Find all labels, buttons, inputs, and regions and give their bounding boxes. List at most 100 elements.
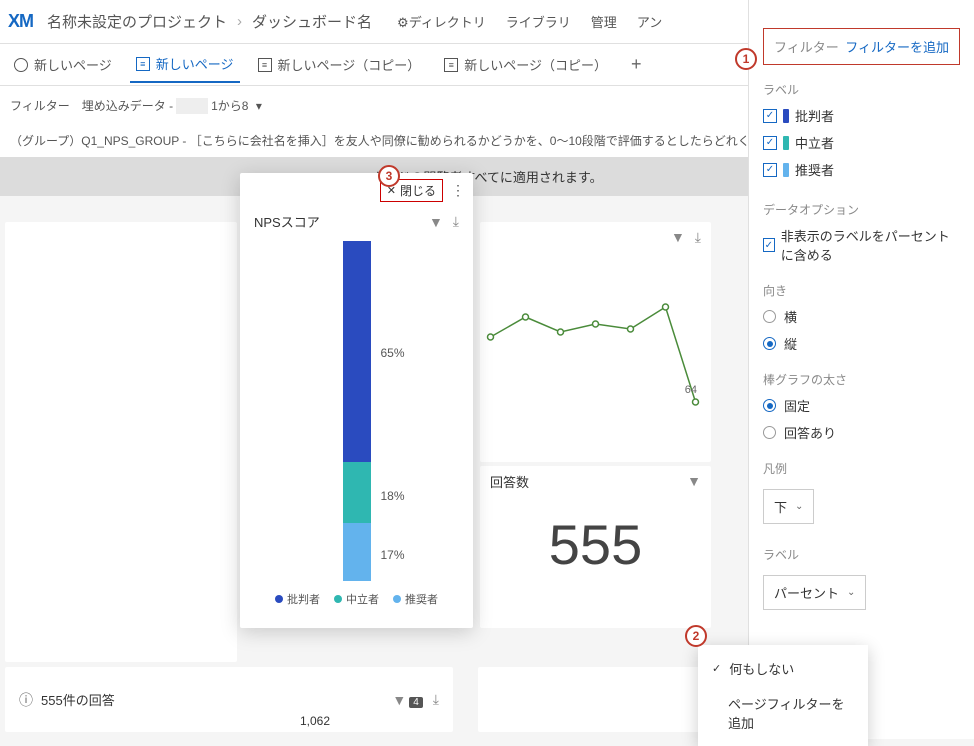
select-value: 下 (774, 497, 787, 516)
radio-icon (763, 310, 776, 323)
page-tab-label: 新しいページ (34, 55, 112, 74)
checkbox-icon (763, 109, 777, 123)
click-action-dropdown: 何もしない ページフィルターを追加 (698, 645, 868, 746)
nav-directory[interactable]: ⚙ディレクトリ (397, 12, 486, 31)
legend-label: 推奨者 (405, 594, 438, 606)
line-chart-widget[interactable]: ▼ ⤓ 64 (480, 222, 711, 462)
nps-title: NPSスコア (254, 212, 320, 231)
bar-segment-detractor (343, 241, 371, 462)
filter-icon[interactable]: ▼ (671, 229, 685, 245)
group-text: （グループ）Q1_NPS_GROUP - ［こちらに会社名を挿入］を友人や同僚に… (10, 134, 786, 148)
widget-header: 回答数 ▼ (480, 466, 711, 496)
widget-placeholder (478, 667, 712, 732)
settings-panel: フィルター フィルターを追加 ラベル 批判者 中立者 推奨者 データオプション … (748, 0, 974, 739)
page-icon (444, 58, 458, 72)
filter-label: フィルター (10, 97, 70, 114)
label-detractor-checkbox[interactable]: 批判者 (763, 106, 960, 125)
filter-section-label: フィルター (774, 37, 839, 56)
kebab-menu-icon[interactable]: ⋮ (449, 182, 467, 199)
xm-logo-icon[interactable]: XM (8, 11, 33, 32)
radio-icon (763, 337, 776, 350)
chevron-right-icon: › (237, 13, 242, 30)
page-tab-1[interactable]: 新しいページ (8, 47, 118, 82)
label-passive-checkbox[interactable]: 中立者 (763, 133, 960, 152)
add-filter-button[interactable]: フィルターを追加 (845, 37, 949, 56)
label-type-select[interactable]: パーセント ⌄ (763, 575, 866, 610)
page-icon (136, 57, 150, 71)
download-icon[interactable]: ⤓ (695, 229, 701, 246)
legend-position-select[interactable]: 下 ⌄ (763, 489, 814, 524)
nps-widget[interactable]: ✕ 閉じる ⋮ NPSスコア ▼ ⤓ 65% 18% 17% 批判者 中立者 推… (240, 173, 473, 628)
responses-text: 555件の回答 (41, 690, 115, 709)
nav-survey[interactable]: アン (637, 12, 662, 31)
radio-icon (763, 426, 776, 439)
chevron-down-icon: ⌄ (795, 501, 803, 512)
chk-label: 非表示のラベルをパーセントに含める (781, 226, 960, 264)
topnav-menu: レポート ⚙ディレクトリ ライブラリ 管理 アン (397, 12, 662, 31)
embedded-data-filter[interactable]: 埋め込みデータ - 1から8 ▾ (82, 97, 262, 114)
embedded-data-label: 埋め込みデータ - (82, 99, 177, 113)
legend-item: 中立者 (334, 591, 379, 607)
responses-widget[interactable]: ⓘ 555件の回答 ▼4 ⤓ (5, 667, 453, 732)
legend-item: 批判者 (275, 591, 320, 607)
color-chip-icon (783, 109, 789, 123)
thickness-fixed-radio[interactable]: 固定 (763, 396, 960, 415)
page-tab-label: 新しいページ（コピー） (278, 55, 421, 74)
bar-segment-promoter (343, 523, 371, 581)
page-tab-4[interactable]: 新しいページ（コピー） (438, 47, 613, 82)
download-icon[interactable]: ⤓ (453, 213, 459, 230)
widget-header: ▼ ⤓ (480, 222, 711, 252)
page-tab-3[interactable]: 新しいページ（コピー） (252, 47, 427, 82)
breadcrumb-project[interactable]: 名称未設定のプロジェクト (47, 11, 227, 32)
label-promoter-checkbox[interactable]: 推奨者 (763, 160, 960, 179)
radio-label: 固定 (784, 396, 810, 415)
response-count-widget[interactable]: 回答数 ▼ 555 (480, 466, 711, 628)
chk-label: 批判者 (795, 106, 834, 125)
select-value: パーセント (774, 583, 839, 602)
page-icon (258, 58, 272, 72)
breadcrumb-dashboard[interactable]: ダッシュボード名 (252, 11, 372, 32)
section-label-legend: 凡例 (763, 460, 960, 477)
stacked-bar-chart: 65% 18% 17% (343, 241, 371, 581)
legend-swatch-icon (393, 595, 401, 603)
section-label-orientation: 向き (763, 282, 960, 299)
section-label-data-options: データオプション (763, 201, 960, 218)
filter-icon[interactable]: ▼4 (392, 692, 422, 708)
chevron-down-icon: ⌄ (847, 587, 855, 598)
nav-library[interactable]: ライブラリ (506, 12, 571, 31)
widget-placeholder (5, 222, 237, 662)
page-tab-label: 新しいページ (156, 54, 234, 73)
download-icon[interactable]: ⤓ (433, 691, 439, 708)
dropdown-item-add-page-filter[interactable]: ページフィルターを追加 (698, 686, 868, 740)
info-icon: ⓘ (19, 690, 33, 710)
chevron-down-icon: ▾ (256, 99, 262, 113)
orientation-horizontal-radio[interactable]: 横 (763, 307, 960, 326)
radio-label: 縦 (784, 334, 797, 353)
count-value: 555 (480, 512, 711, 577)
segment-label: 65% (381, 346, 405, 360)
section-label-bar-thickness: 棒グラフの太さ (763, 371, 960, 388)
radio-icon (763, 399, 776, 412)
dropdown-item-label: 何もしない (729, 659, 794, 678)
nav-manage[interactable]: 管理 (591, 12, 617, 31)
add-page-button[interactable]: + (625, 54, 648, 75)
page-tab-2[interactable]: 新しいページ (130, 46, 240, 83)
checkbox-icon (763, 163, 777, 177)
include-hidden-checkbox[interactable]: 非表示のラベルをパーセントに含める (763, 226, 960, 264)
legend-item: 推奨者 (393, 591, 438, 607)
thickness-answer-radio[interactable]: 回答あり (763, 423, 960, 442)
legend-swatch-icon (334, 595, 342, 603)
gear-icon: ⚙ (397, 15, 409, 30)
section-label-label: ラベル (763, 546, 960, 563)
line-chart-last-value: 64 (685, 384, 697, 396)
chk-label: 推奨者 (795, 160, 834, 179)
filter-icon[interactable]: ▼ (687, 473, 701, 489)
page-icon (14, 58, 28, 72)
orientation-vertical-radio[interactable]: 縦 (763, 334, 960, 353)
page-tab-label: 新しいページ（コピー） (464, 55, 607, 74)
legend-label: 批判者 (287, 594, 320, 606)
nps-title-row: NPSスコア ▼ ⤓ (240, 208, 473, 241)
filter-icon[interactable]: ▼ (429, 214, 443, 230)
checkbox-icon (763, 238, 775, 252)
dropdown-item-nothing[interactable]: 何もしない (698, 651, 868, 686)
